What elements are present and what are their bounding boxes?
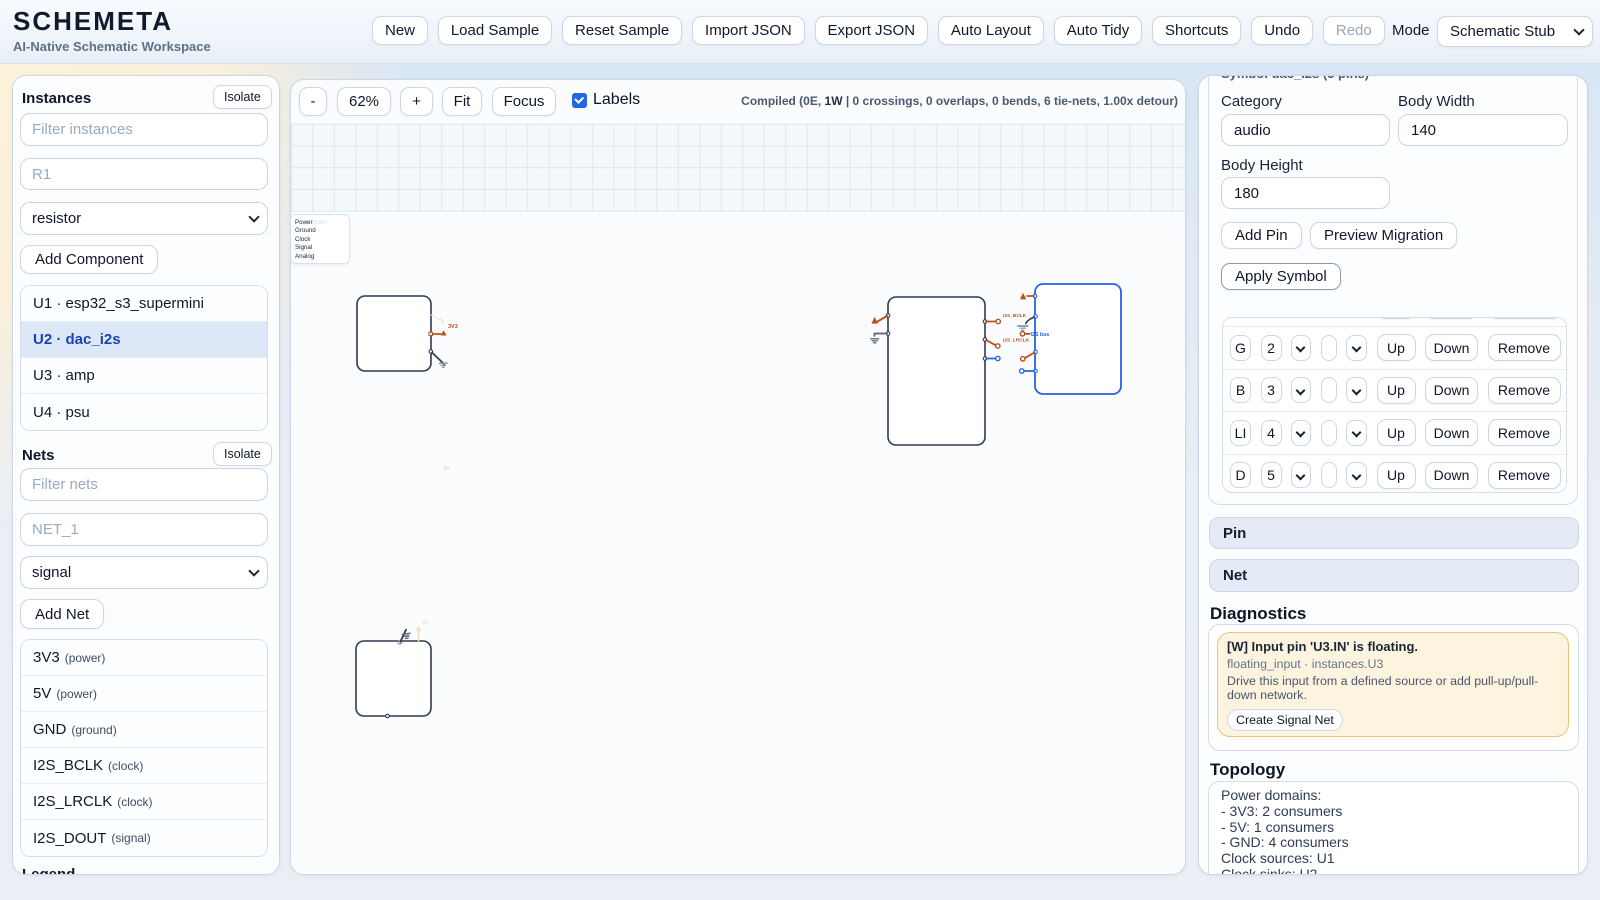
svg-text:I2S_LRCLK: I2S_LRCLK <box>1003 337 1030 343</box>
svg-text:3V3: 3V3 <box>448 324 458 330</box>
svg-text:5V: 5V <box>423 621 430 627</box>
svg-text:I2S_BCLK: I2S_BCLK <box>1003 313 1027 319</box>
svg-text:5V: 5V <box>444 466 451 472</box>
svg-text:I2S bus: I2S bus <box>1031 332 1050 338</box>
